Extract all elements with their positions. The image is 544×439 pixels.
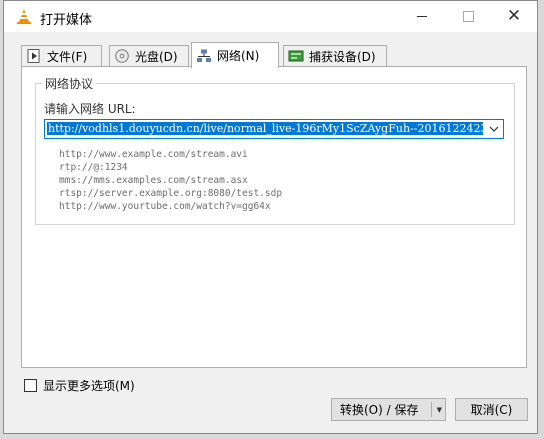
network-protocol-group: 网络协议 请输入网络 URL: http://vodhls1.douyucdn.… (35, 75, 515, 225)
url-value: http://vodhls1.douyucdn.cn/live/normal_l… (47, 122, 483, 135)
url-combobox[interactable]: http://vodhls1.douyucdn.cn/live/normal_l… (44, 119, 504, 139)
example-url: http://www.example.com/stream.avi (59, 149, 248, 160)
convert-save-button[interactable]: 转换(O) / 保存 ▼ (331, 398, 446, 421)
open-media-dialog: 打开媒体 ✕ 文件(F) 光盘(D) 网络(N) 捕获设备(D) 网络协议 请输… (3, 0, 538, 434)
title-bar[interactable]: 打开媒体 ✕ (4, 1, 537, 32)
tab-network-label: 网络(N) (217, 49, 260, 63)
more-options-label: 显示更多选项(M) (43, 379, 135, 393)
url-dropdown-button[interactable] (484, 120, 503, 138)
group-title: 网络协议 (42, 75, 97, 92)
network-icon (197, 49, 211, 62)
example-url: rtsp://server.example.org:8080/test.sdp (59, 188, 283, 199)
url-label: 请输入网络 URL: (44, 102, 136, 116)
more-options-row[interactable]: 显示更多选项(M) (24, 377, 135, 394)
tab-disc[interactable]: 光盘(D) (109, 45, 189, 66)
tab-file[interactable]: 文件(F) (21, 45, 102, 66)
network-panel: 网络协议 请输入网络 URL: http://vodhls1.douyucdn.… (21, 66, 527, 368)
convert-save-label: 转换(O) / 保存 (340, 403, 419, 417)
split-separator (431, 402, 432, 417)
vlc-cone-icon (17, 9, 31, 24)
maximize-button[interactable] (445, 1, 491, 32)
maximize-icon (462, 11, 474, 22)
tab-capture-device[interactable]: 捕获设备(D) (283, 45, 387, 66)
url-examples: http://www.example.com/stream.avi rtp://… (59, 148, 282, 213)
capture-device-icon (288, 50, 304, 62)
tab-network[interactable]: 网络(N) (191, 42, 279, 68)
tab-disc-label: 光盘(D) (135, 49, 178, 64)
cancel-button[interactable]: 取消(C) (455, 398, 528, 421)
minimize-button[interactable] (399, 1, 445, 32)
disc-icon (115, 49, 129, 63)
cancel-label: 取消(C) (470, 403, 513, 417)
example-url: mms://mms.examples.com/stream.asx (59, 175, 248, 186)
tab-capture-device-label: 捕获设备(D) (309, 49, 376, 64)
more-options-checkbox[interactable] (24, 379, 37, 392)
close-icon: ✕ (506, 6, 522, 26)
tab-file-label: 文件(F) (47, 49, 88, 64)
example-url: rtp://@:1234 (59, 162, 128, 173)
minimize-icon (417, 16, 427, 17)
example-url: http://www.yourtube.com/watch?v=gg64x (59, 201, 271, 212)
dropdown-arrow-icon[interactable]: ▼ (437, 406, 442, 414)
chevron-down-icon (489, 126, 498, 132)
url-input[interactable]: http://vodhls1.douyucdn.cn/live/normal_l… (47, 122, 483, 136)
window-title: 打开媒体 (40, 13, 93, 28)
close-button[interactable]: ✕ (491, 1, 537, 32)
file-icon (27, 49, 40, 63)
